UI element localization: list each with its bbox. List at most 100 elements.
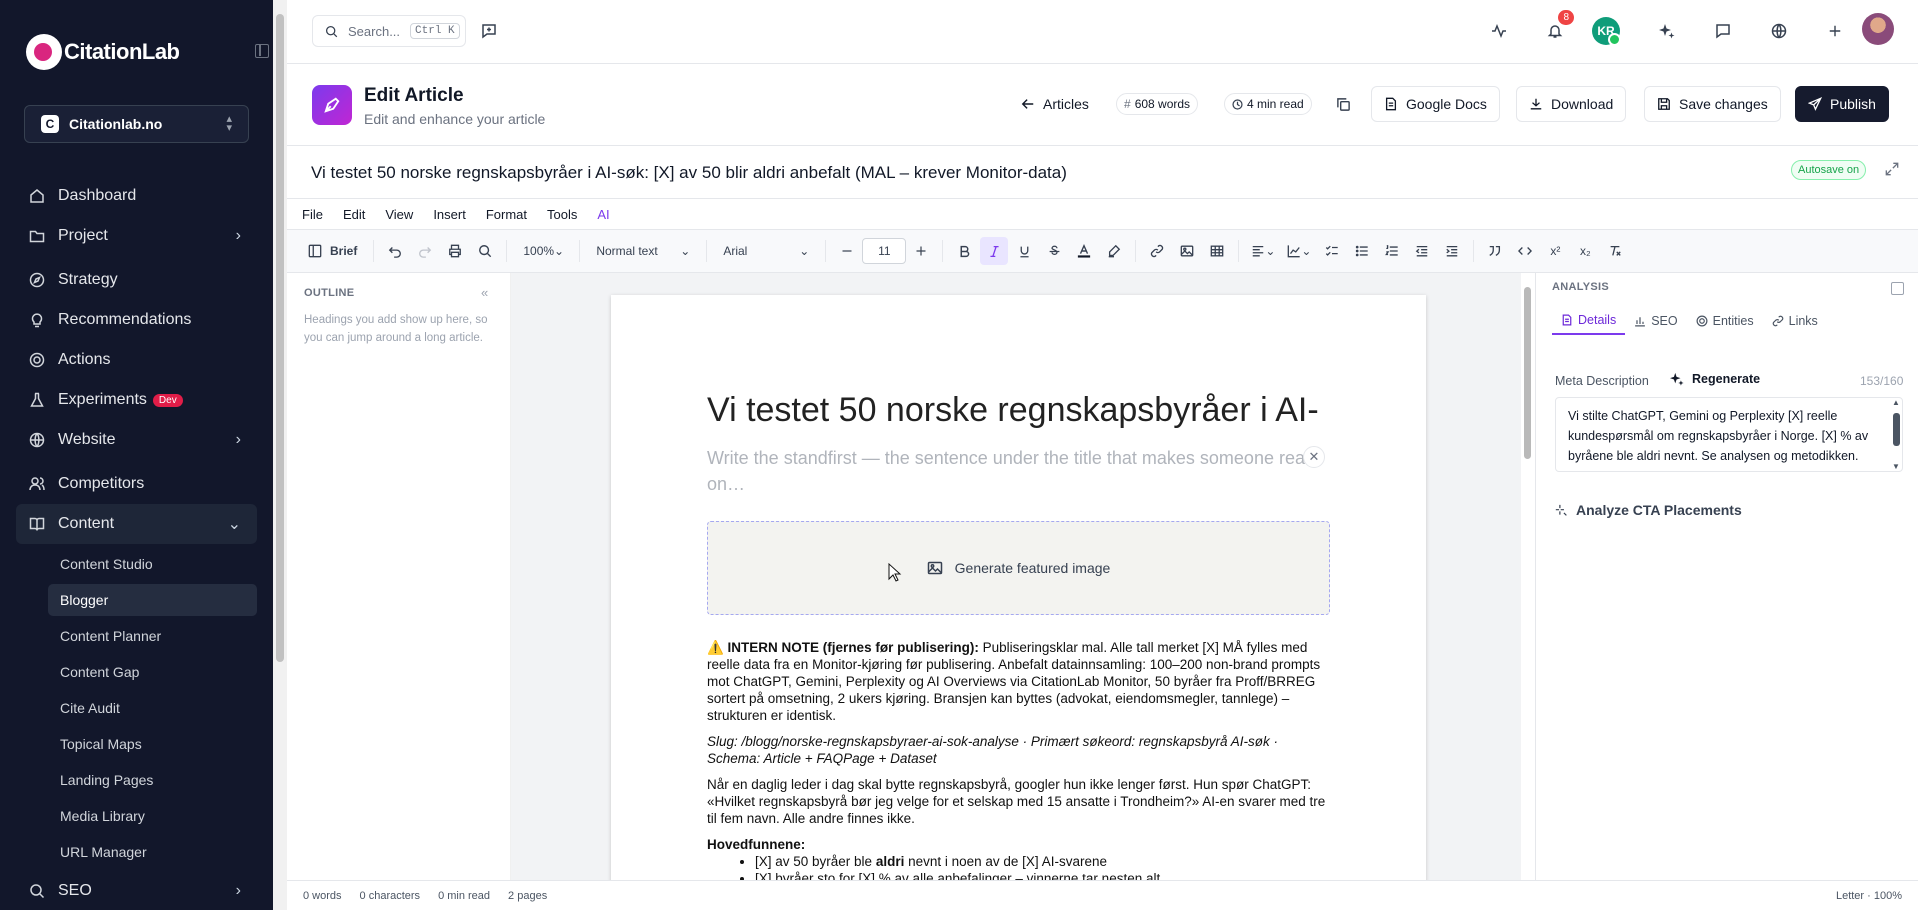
message-icon[interactable] <box>1712 20 1734 42</box>
image-icon[interactable] <box>1173 237 1201 265</box>
undo-icon[interactable] <box>381 237 409 265</box>
sidebar-item-project[interactable]: Project › <box>16 216 257 256</box>
logo[interactable]: CitationLab <box>26 34 180 70</box>
document-page[interactable]: Vi testet 50 norske regnskapsbyråer i AI… <box>611 295 1426 880</box>
chart-icon[interactable]: ⌄ <box>1282 237 1316 265</box>
copy-icon[interactable] <box>1332 93 1354 115</box>
find-icon[interactable] <box>471 237 499 265</box>
autosave-badge[interactable]: Autosave on <box>1791 160 1867 180</box>
globe-icon[interactable] <box>1768 20 1790 42</box>
analyze-cta-button[interactable]: Analyze CTA Placements <box>1555 502 1742 518</box>
sidebar-subitem[interactable]: Cite Audit <box>48 692 257 724</box>
sidebar-item-dashboard[interactable]: Dashboard <box>16 176 257 216</box>
close-icon[interactable]: ✕ <box>1303 446 1325 468</box>
new-chat-icon[interactable] <box>478 20 500 42</box>
sidebar-subitem[interactable]: Content Studio <box>48 548 257 580</box>
checklist-icon[interactable] <box>1318 237 1346 265</box>
meta-scrollbar[interactable]: ▲ ▼ <box>1890 398 1902 471</box>
indent-icon[interactable] <box>1438 237 1466 265</box>
numbered-list-icon[interactable] <box>1378 237 1406 265</box>
brief-button[interactable]: Brief <box>302 237 363 265</box>
sidebar-item-actions[interactable]: Actions <box>16 340 257 380</box>
underline-icon[interactable] <box>1010 237 1038 265</box>
tab-entities[interactable]: Entities <box>1687 307 1763 335</box>
menu-file[interactable]: File <box>302 207 323 222</box>
sidebar-item-competitors[interactable]: Competitors <box>16 464 257 504</box>
menu-format[interactable]: Format <box>486 207 527 222</box>
tab-links[interactable]: Links <box>1763 307 1827 335</box>
font-size-input[interactable]: 11 <box>862 238 907 264</box>
sidebar-subitem[interactable]: Landing Pages <box>48 764 257 796</box>
table-icon[interactable] <box>1203 237 1231 265</box>
sidebar-subitem[interactable]: URL Manager <box>48 836 257 868</box>
project-switcher[interactable]: C Citationlab.no ▴ ▾ <box>24 105 249 143</box>
redo-icon[interactable] <box>411 237 439 265</box>
plus-icon[interactable] <box>1824 20 1846 42</box>
sidebar-item-seo[interactable]: SEO › <box>16 872 257 910</box>
sidebar-subitem[interactable]: Media Library <box>48 800 257 832</box>
sidebar-item-website[interactable]: Website › <box>16 420 257 460</box>
superscript-icon[interactable]: x² <box>1541 237 1569 265</box>
document-title[interactable]: Vi testet 50 norske regnskapsbyråer i AI… <box>311 163 1067 183</box>
collapse-sidebar-icon[interactable] <box>255 44 269 58</box>
quote-icon[interactable] <box>1481 237 1509 265</box>
regenerate-button[interactable]: Regenerate <box>1670 372 1760 386</box>
code-icon[interactable] <box>1511 237 1539 265</box>
bold-icon[interactable] <box>950 237 978 265</box>
activity-icon[interactable] <box>1488 20 1510 42</box>
text-color-icon[interactable] <box>1070 237 1098 265</box>
google-docs-button[interactable]: Google Docs <box>1371 86 1500 122</box>
bell-icon[interactable]: 8 <box>1544 10 1574 42</box>
back-to-articles-button[interactable]: Articles <box>1009 86 1101 122</box>
scrollbar-thumb[interactable] <box>276 14 284 662</box>
italic-icon[interactable] <box>980 237 1009 265</box>
standfirst-placeholder[interactable]: Write the standfirst — the sentence unde… <box>707 445 1317 497</box>
sidebar-subitem[interactable]: Topical Maps <box>48 728 257 760</box>
meta-description-field[interactable]: Vi stilte ChatGPT, Gemini og Perplexity … <box>1555 397 1903 472</box>
article-body[interactable]: ⚠️ INTERN NOTE (fjernes før publisering)… <box>707 639 1330 880</box>
menu-tools[interactable]: Tools <box>547 207 577 222</box>
highlight-icon[interactable] <box>1100 237 1128 265</box>
bullet-list-icon[interactable] <box>1348 237 1376 265</box>
scrollbar-thumb[interactable] <box>1524 287 1531 459</box>
clear-format-icon[interactable] <box>1601 237 1629 265</box>
increase-size-icon[interactable] <box>907 237 935 265</box>
collapse-outline-icon[interactable]: « <box>481 285 488 300</box>
sidebar-subitem-active[interactable]: Blogger <box>48 584 257 616</box>
download-button[interactable]: Download <box>1516 86 1627 122</box>
collapse-panel-icon[interactable] <box>1891 282 1904 295</box>
menu-view[interactable]: View <box>385 207 413 222</box>
menu-ai[interactable]: AI <box>597 207 609 222</box>
strikethrough-icon[interactable] <box>1040 237 1068 265</box>
menu-insert[interactable]: Insert <box>433 207 466 222</box>
user-avatar[interactable] <box>1862 13 1894 45</box>
link-icon[interactable] <box>1143 237 1171 265</box>
avatar[interactable]: KR <box>1592 17 1621 46</box>
font-family-select[interactable]: Arial ⌄ <box>717 237 815 265</box>
save-changes-button[interactable]: Save changes <box>1644 86 1781 122</box>
sidebar-subitem[interactable]: Content Planner <box>48 620 257 652</box>
generate-featured-image-button[interactable]: Generate featured image <box>707 521 1330 615</box>
publish-button[interactable]: Publish <box>1795 86 1889 122</box>
sidebar-item-experiments[interactable]: Experiments Dev <box>16 380 257 420</box>
page-scrollbar[interactable] <box>273 0 287 910</box>
sidebar-item-recommendations[interactable]: Recommendations <box>16 300 257 340</box>
zoom-select[interactable]: 100% ⌄ <box>517 237 569 265</box>
sparkles-icon[interactable] <box>1656 20 1678 42</box>
search-input[interactable]: Search... Ctrl K <box>312 15 466 47</box>
editor-scrollbar[interactable] <box>1521 273 1535 880</box>
align-icon[interactable]: ⌄ <box>1246 237 1280 265</box>
sidebar-item-content[interactable]: Content ⌄ <box>16 504 257 544</box>
sidebar-subitem[interactable]: Content Gap <box>48 656 257 688</box>
print-icon[interactable] <box>441 237 469 265</box>
tab-seo[interactable]: SEO <box>1625 307 1686 335</box>
subscript-icon[interactable]: x₂ <box>1571 237 1599 265</box>
article-title[interactable]: Vi testet 50 norske regnskapsbyråer i AI… <box>707 391 1327 430</box>
tab-details[interactable]: Details <box>1552 307 1626 335</box>
outdent-icon[interactable] <box>1408 237 1436 265</box>
sidebar-item-strategy[interactable]: Strategy <box>16 260 257 300</box>
expand-icon[interactable] <box>1885 162 1899 179</box>
paragraph-style-select[interactable]: Normal text ⌄ <box>590 237 696 265</box>
menu-edit[interactable]: Edit <box>343 207 365 222</box>
decrease-size-icon[interactable] <box>833 237 861 265</box>
